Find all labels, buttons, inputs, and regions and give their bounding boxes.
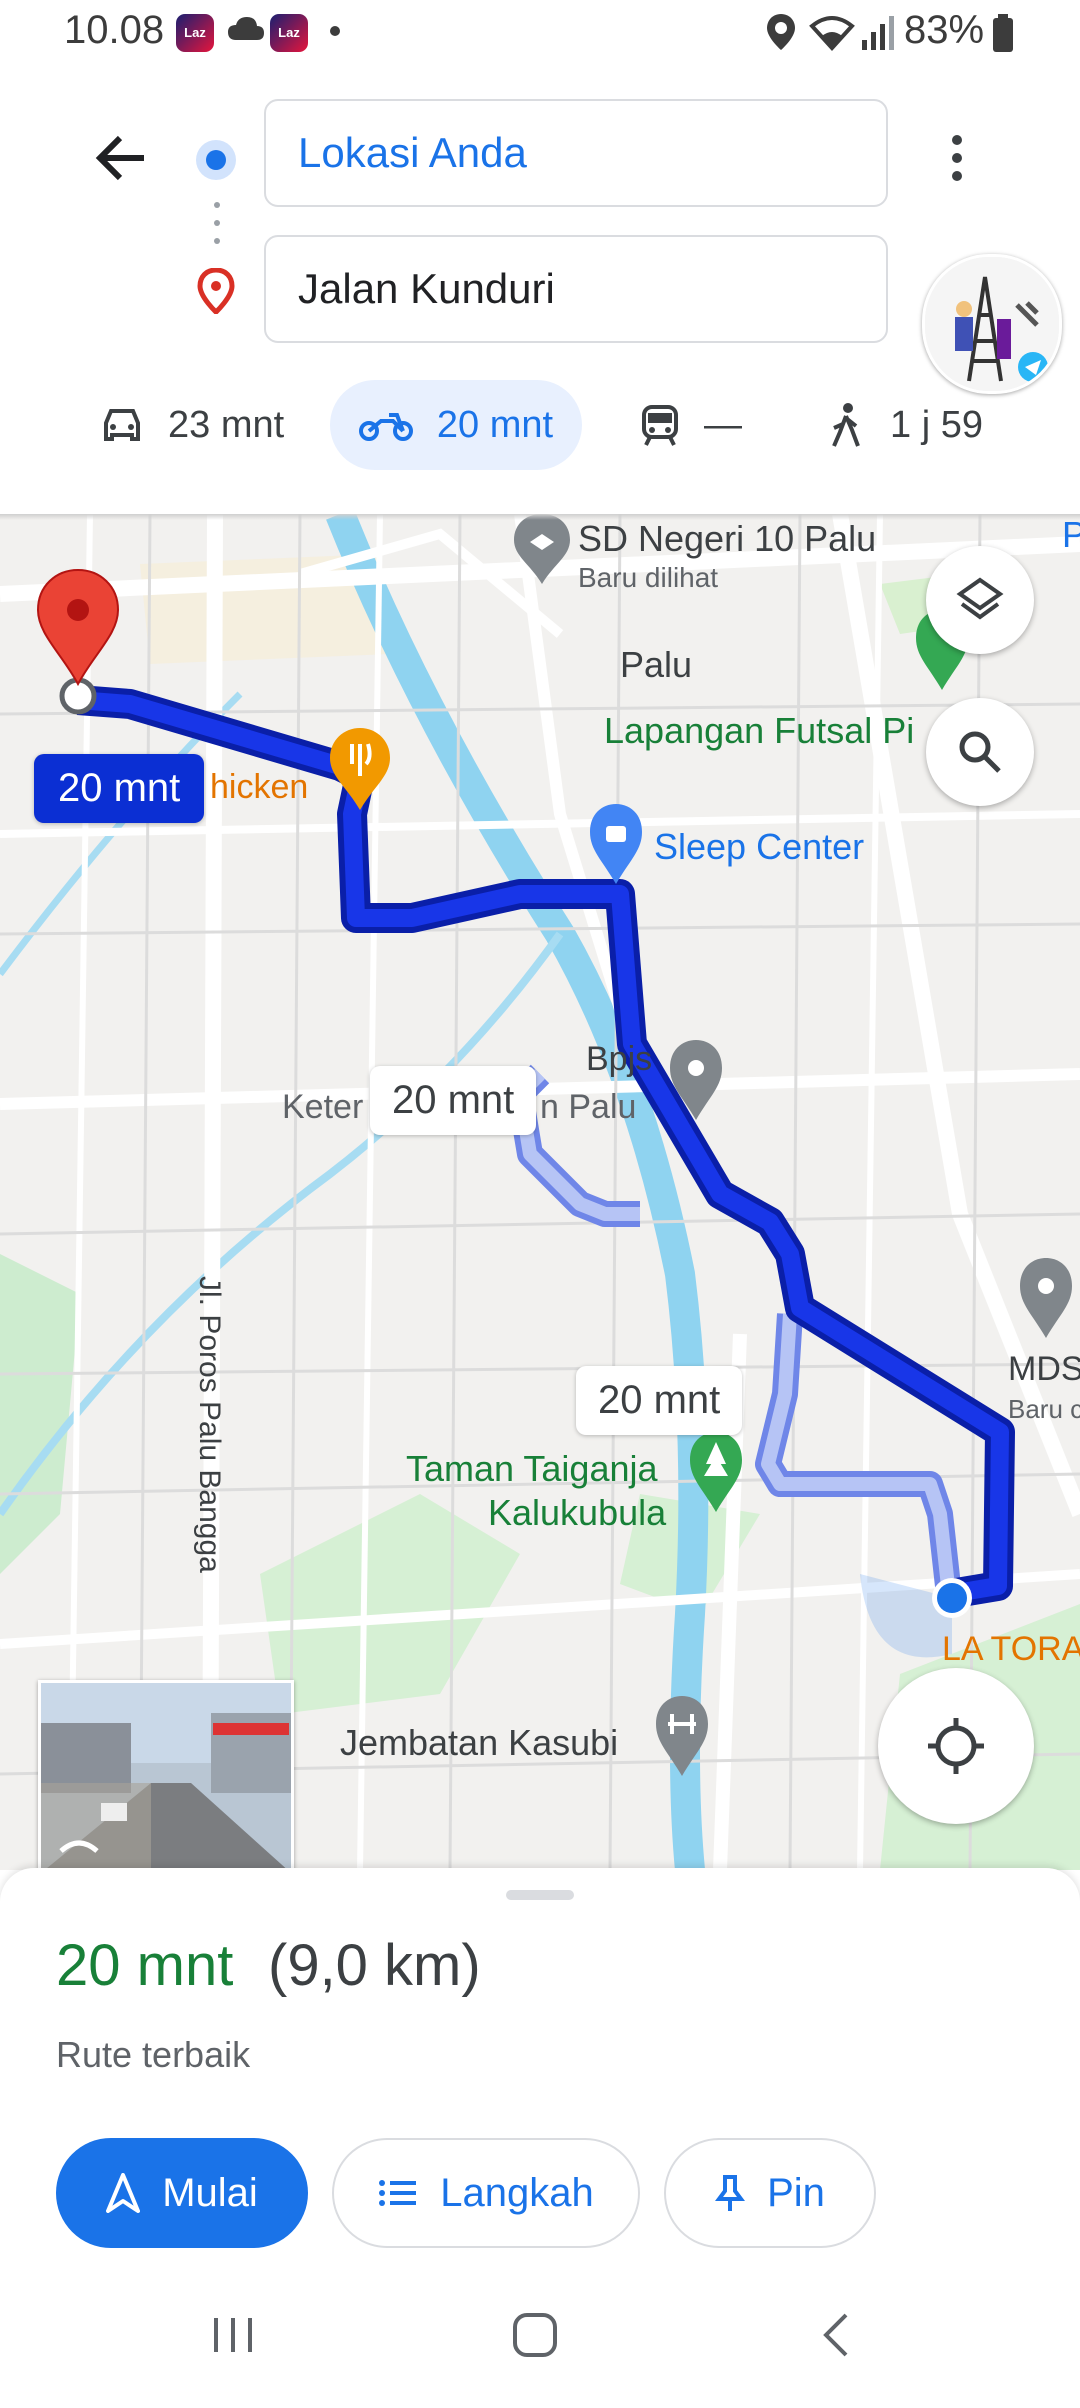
navigation-arrow-icon xyxy=(106,2173,141,2213)
layers-button[interactable] xyxy=(926,546,1034,654)
pin-button[interactable]: Pin xyxy=(664,2138,876,2248)
status-time: 10.08 xyxy=(64,8,165,52)
chevron-left-icon xyxy=(823,2313,848,2357)
walk-icon xyxy=(832,403,860,447)
notification-dot-icon xyxy=(330,26,340,36)
destination-field[interactable]: Jalan Kunduri xyxy=(264,235,888,343)
poi-label-mds[interactable]: MDS xyxy=(1008,1350,1080,1389)
poi-label-sleep-center[interactable]: Sleep Center xyxy=(654,826,864,868)
start-navigation-button[interactable]: Mulai xyxy=(56,2138,308,2248)
motorcycle-icon xyxy=(358,413,413,441)
poi-label-futsal[interactable]: Lapangan Futsal Pi xyxy=(604,710,914,752)
map-view[interactable]: SD Negeri 10 Palu Baru dilihat Palu Lapa… xyxy=(0,514,1080,1870)
steps-button[interactable]: Langkah xyxy=(332,2138,640,2248)
list-icon xyxy=(379,2180,417,2206)
place-label-palu: Palu xyxy=(620,644,693,685)
sheet-drag-handle[interactable] xyxy=(506,1890,574,1900)
map-top-shadow xyxy=(0,514,1080,520)
mode-walk-time: 1 j 59 xyxy=(890,403,983,446)
avatar[interactable] xyxy=(922,254,1062,394)
poi-label-la-tora[interactable]: LA TORA xyxy=(942,1630,1080,1669)
steps-button-label: Langkah xyxy=(440,2170,594,2215)
recent-apps-button[interactable] xyxy=(208,2310,258,2365)
route-connector xyxy=(214,220,220,226)
mode-walk[interactable]: 1 j 59 xyxy=(826,380,983,470)
back-button[interactable] xyxy=(90,126,154,190)
route-time-bubble-alt-2[interactable]: 20 mnt xyxy=(576,1366,743,1435)
mode-transit[interactable]: — xyxy=(640,380,742,470)
battery-percent: 83% xyxy=(904,8,985,52)
pin-button-label: Pin xyxy=(767,2170,825,2215)
mode-car[interactable]: 23 mnt xyxy=(100,380,284,470)
signal-icon xyxy=(860,12,896,57)
search-icon xyxy=(959,731,1001,773)
more-options-button[interactable] xyxy=(940,126,974,190)
location-icon xyxy=(764,12,798,57)
wifi-icon xyxy=(808,12,856,57)
street-view-thumbnail[interactable] xyxy=(38,1680,294,1870)
street-view-image xyxy=(41,1683,291,1870)
lazada-notification-icon-2: Laz xyxy=(270,14,308,52)
place-label-palu-2: n Palu xyxy=(540,1088,637,1126)
destination-pin-icon xyxy=(196,267,236,319)
mode-motorcycle-time: 20 mnt xyxy=(436,403,554,446)
my-location-icon xyxy=(928,1718,984,1774)
route-connector xyxy=(214,202,220,208)
poi-label-sd-negeri[interactable]: SD Negeri 10 Palu xyxy=(578,518,876,560)
origin-field[interactable]: Lokasi Anda xyxy=(264,99,888,207)
more-vert-icon xyxy=(952,135,962,181)
mode-car-time: 23 mnt xyxy=(168,403,285,446)
profile-tower-illustration xyxy=(925,257,1059,391)
search-along-route-button[interactable] xyxy=(926,698,1034,806)
arrow-left-icon xyxy=(95,135,144,181)
origin-dot-icon xyxy=(196,140,236,180)
poi-label-chicken[interactable]: hicken xyxy=(210,768,308,807)
place-label-keter: Keter xyxy=(282,1088,364,1126)
battery-icon xyxy=(992,14,1014,59)
road-label-poros: Jl. Poros Palu Bangga xyxy=(193,1276,226,1573)
poi-label-taman-2: Kalukubula xyxy=(488,1492,667,1533)
map-canvas xyxy=(0,514,1080,1870)
car-icon xyxy=(104,409,140,441)
route-time-bubble-selected[interactable]: 20 mnt xyxy=(34,754,205,823)
start-button-label: Mulai xyxy=(162,2170,258,2215)
poi-label-bpjs[interactable]: Bpjs xyxy=(586,1040,652,1079)
layers-icon xyxy=(956,577,1004,620)
eta-time: 20 mnt xyxy=(56,1933,234,1998)
poi-sublabel-recent: Baru dilihat xyxy=(578,562,719,593)
mode-motorcycle[interactable]: 20 mnt xyxy=(330,380,582,470)
lazada-notification-icon: Laz xyxy=(176,14,214,52)
home-button[interactable] xyxy=(510,2310,560,2365)
route-time-bubble-alt[interactable]: 20 mnt xyxy=(370,1066,537,1135)
poi-label-edge: P xyxy=(1062,514,1080,555)
my-location-button[interactable] xyxy=(878,1668,1034,1824)
pin-icon xyxy=(715,2175,746,2211)
status-bar: 10.08 Laz Laz 83% xyxy=(0,0,1080,66)
train-icon xyxy=(642,405,678,446)
home-icon xyxy=(513,2313,557,2357)
mode-transit-time: — xyxy=(704,403,742,446)
eta-distance: (9,0 km) xyxy=(268,1933,481,1998)
cloud-icon xyxy=(226,10,266,55)
route-note: Rute terbaik xyxy=(56,2034,251,2075)
route-connector xyxy=(214,238,220,244)
poi-sublabel-mds: Baru c xyxy=(1008,1394,1080,1424)
poi-label-taman[interactable]: Taman Taiganja xyxy=(406,1448,658,1490)
poi-label-jembatan[interactable]: Jembatan Kasubi xyxy=(340,1722,618,1764)
recent-apps-icon xyxy=(214,2318,252,2352)
system-back-button[interactable] xyxy=(812,2310,862,2365)
